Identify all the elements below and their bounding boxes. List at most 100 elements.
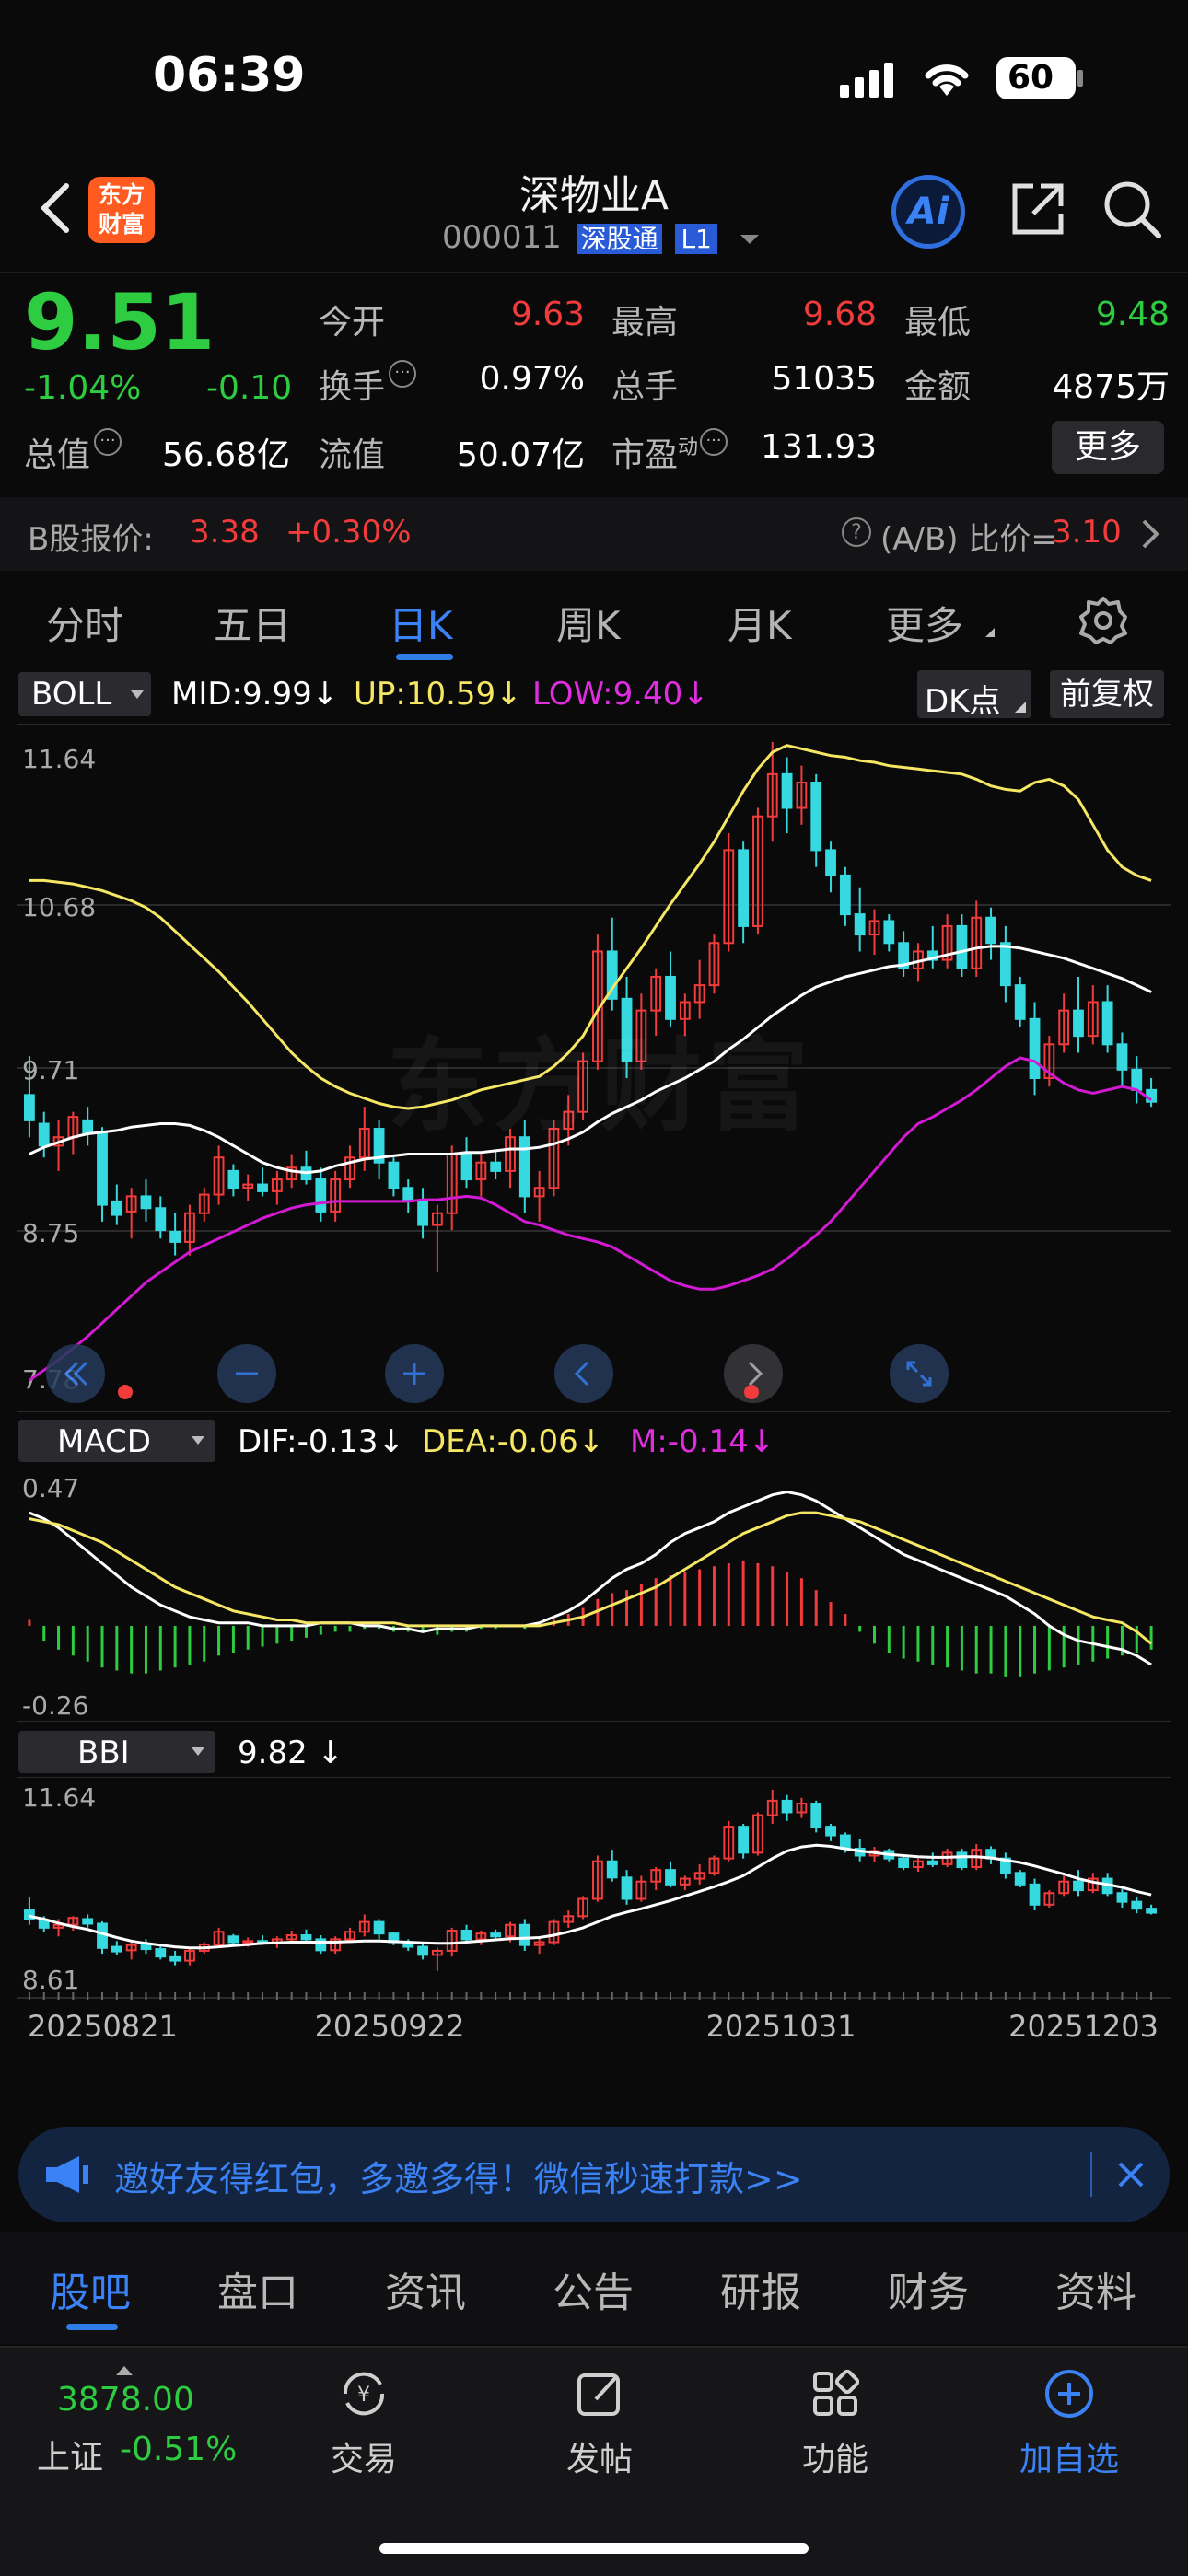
candle-down bbox=[169, 1230, 181, 1243]
series-line-dif bbox=[29, 1490, 1152, 1666]
y-tick-label: 8.75 bbox=[22, 1218, 79, 1248]
trade-button[interactable]: ¥ 交易 bbox=[304, 2366, 424, 2486]
chevron-down-icon bbox=[192, 1747, 204, 1756]
index-widget[interactable]: 3878.00 上证 -0.51% bbox=[28, 2366, 267, 2486]
tab-announcements[interactable]: 公告 bbox=[553, 2259, 634, 2318]
candle-down bbox=[781, 1799, 793, 1814]
tab-daily-k[interactable]: 日K bbox=[389, 595, 453, 651]
search-icon[interactable] bbox=[1100, 177, 1164, 245]
quote-panel: 9.51 -1.04% -0.10 总值 ··· 56.68亿 今开 9.63 换… bbox=[0, 273, 1188, 494]
info-icon[interactable]: ··· bbox=[94, 428, 122, 456]
zoom-out-icon[interactable] bbox=[217, 1344, 276, 1403]
candle-down bbox=[111, 1200, 122, 1216]
stock-code: 000011 bbox=[442, 219, 562, 256]
tab-forum[interactable]: 股吧 bbox=[50, 2259, 131, 2318]
ai-label: Ai bbox=[907, 191, 949, 233]
bbi-selector[interactable]: BBI bbox=[18, 1731, 215, 1773]
x-tick-label: 20250922 bbox=[315, 2009, 465, 2044]
help-icon[interactable]: ? bbox=[842, 517, 871, 547]
chevron-down-icon bbox=[131, 690, 144, 699]
candle-down bbox=[1073, 1880, 1084, 1892]
candle-down bbox=[883, 920, 895, 945]
zoom-in-icon[interactable] bbox=[385, 1344, 444, 1403]
candle-down bbox=[490, 1932, 502, 1938]
hk-connect-badge: 深股通 bbox=[577, 224, 662, 254]
b-share-row[interactable]: B股报价: 3.38 +0.30% ? (A/B) 比价= 3.10 bbox=[0, 497, 1188, 571]
fullscreen-icon[interactable] bbox=[890, 1344, 949, 1403]
candle-down bbox=[155, 1207, 167, 1232]
x-tick-label: 20250821 bbox=[28, 2009, 178, 2044]
candle-down bbox=[97, 1132, 108, 1206]
candle-down bbox=[781, 772, 793, 809]
tab-profile[interactable]: 资料 bbox=[1055, 2259, 1136, 2318]
candle-down bbox=[315, 1178, 327, 1213]
share-icon[interactable] bbox=[1006, 177, 1070, 245]
promo-banner[interactable]: 邀好友得红包，多邀多得！微信秒速打款>> bbox=[18, 2127, 1170, 2222]
dk-point-button[interactable]: DK点 bbox=[917, 670, 1031, 720]
function-button[interactable]: 功能 bbox=[775, 2366, 895, 2486]
tab-research[interactable]: 研报 bbox=[720, 2259, 801, 2318]
macd-chart[interactable]: 0.47 -0.26 bbox=[17, 1468, 1171, 1722]
bbi-chart[interactable]: 11.64 8.61 20250821 20250922 20251031 2025120… bbox=[17, 1777, 1171, 2044]
tab-financials[interactable]: 财务 bbox=[888, 2259, 969, 2318]
series-line-bbi bbox=[29, 1843, 1152, 1950]
candle-down bbox=[1146, 1908, 1157, 1914]
candle-down bbox=[810, 1803, 822, 1828]
index-name: 上证 bbox=[37, 2439, 104, 2477]
chevron-down-icon bbox=[740, 234, 759, 244]
add-watchlist-button[interactable]: 加自选 bbox=[1000, 2366, 1138, 2486]
status-bar: 06:39 60 bbox=[0, 0, 1188, 157]
close-icon[interactable] bbox=[1112, 2156, 1149, 2197]
volume-value: 51035 bbox=[771, 360, 877, 398]
candle-down bbox=[388, 1161, 400, 1189]
rewind-icon[interactable] bbox=[46, 1344, 105, 1403]
candle-down bbox=[956, 1851, 968, 1869]
tab-five-day[interactable]: 五日 bbox=[214, 595, 291, 651]
boll-low: LOW:9.40↓ bbox=[532, 676, 709, 713]
candle-down bbox=[140, 1195, 152, 1210]
mktcap-label: 总值 ··· bbox=[24, 428, 122, 476]
tab-active-indicator bbox=[396, 654, 453, 660]
info-icon[interactable]: ··· bbox=[389, 360, 417, 388]
tab-monthly-k[interactable]: 月K bbox=[728, 595, 792, 651]
tab-news[interactable]: 资讯 bbox=[385, 2259, 466, 2318]
tab-more[interactable]: 更多 bbox=[886, 595, 963, 651]
info-icon[interactable]: ··· bbox=[700, 428, 728, 456]
candle-down bbox=[300, 1934, 312, 1941]
boll-mid: MID:9.99↓ bbox=[171, 676, 339, 713]
candle-down bbox=[738, 849, 750, 927]
adjust-button[interactable]: 前复权 bbox=[1050, 670, 1164, 718]
chevron-right-icon bbox=[1138, 517, 1160, 554]
more-button[interactable]: 更多 bbox=[1052, 421, 1164, 474]
candle-down bbox=[999, 942, 1011, 987]
candle-down bbox=[1073, 1009, 1084, 1038]
b-share-pct: +0.30% bbox=[285, 514, 412, 551]
macd-selector[interactable]: MACD bbox=[18, 1420, 215, 1462]
stock-code-row[interactable]: 000011 深股通 L1 bbox=[442, 219, 759, 256]
scroll-left-icon[interactable] bbox=[554, 1344, 613, 1403]
boll-selector[interactable]: BOLL bbox=[18, 672, 151, 716]
tab-weekly-k[interactable]: 周K bbox=[556, 595, 621, 651]
gear-icon[interactable] bbox=[1077, 595, 1129, 656]
candle-down bbox=[24, 1094, 35, 1121]
candle-down bbox=[1116, 1892, 1128, 1903]
candle-down bbox=[1131, 1068, 1143, 1091]
tab-order-book[interactable]: 盘口 bbox=[217, 2259, 298, 2318]
battery-tip bbox=[1077, 70, 1083, 87]
mktcap-value: 56.68亿 bbox=[161, 436, 290, 474]
ai-button[interactable]: Ai bbox=[891, 175, 965, 249]
plus-circle-icon bbox=[1042, 2366, 1097, 2421]
tab-intraday[interactable]: 分时 bbox=[46, 595, 123, 651]
candle-down bbox=[621, 1876, 633, 1900]
chevron-down-icon bbox=[980, 628, 995, 637]
candle-down bbox=[1014, 1872, 1026, 1886]
macd-dif: DIF:-0.13↓ bbox=[238, 1423, 405, 1460]
index-pct: -0.51% bbox=[120, 2431, 238, 2468]
low-value: 9.48 bbox=[1095, 296, 1170, 333]
open-label: 今开 bbox=[319, 304, 386, 342]
candle-down bbox=[97, 1922, 108, 1949]
battery-icon: 60 bbox=[996, 57, 1076, 99]
promo-text: 邀好友得红包，多邀多得！微信秒速打款>> bbox=[114, 2159, 803, 2199]
post-button[interactable]: 发帖 bbox=[540, 2366, 659, 2486]
amount-value: 4875万 bbox=[1052, 368, 1170, 406]
